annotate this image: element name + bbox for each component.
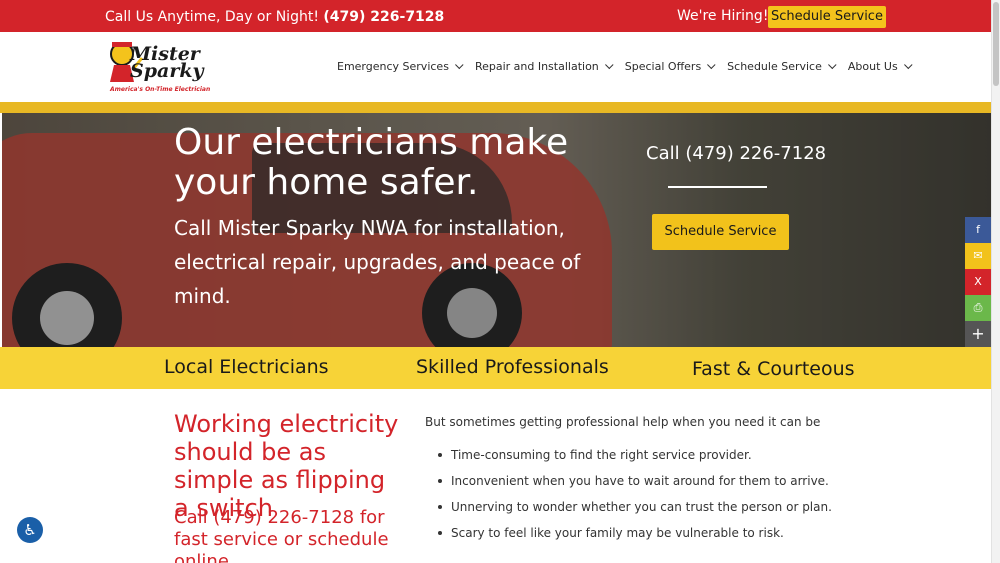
top-call-text: Call Us Anytime, Day or Night! (479) 226… bbox=[105, 9, 444, 25]
features-band: Local Electricians Skilled Professionals… bbox=[0, 347, 991, 389]
hero-phone-link[interactable]: Call (479) 226-7128 bbox=[646, 143, 826, 164]
hero-divider bbox=[668, 186, 767, 188]
nav-item-schedule-service[interactable]: Schedule Service bbox=[727, 60, 837, 73]
x-icon[interactable]: X bbox=[965, 269, 991, 295]
site-header: Mister Sparky America's On-Time Electric… bbox=[0, 32, 991, 102]
nav-label: Repair and Installation bbox=[474, 60, 599, 73]
section-heading: Working electricity should be as simple … bbox=[174, 410, 399, 522]
nav-label: About Us bbox=[847, 60, 898, 73]
nav-label: Special Offers bbox=[624, 60, 702, 73]
print-icon[interactable]: ⎙ bbox=[965, 295, 991, 321]
hero-banner: Our electricians make your home safer. C… bbox=[2, 113, 991, 347]
pain-points-list: Time-consuming to find the right service… bbox=[438, 447, 832, 551]
top-schedule-button[interactable]: Schedule Service bbox=[768, 6, 886, 28]
email-icon[interactable]: ✉ bbox=[965, 243, 991, 269]
hiring-link[interactable]: We're Hiring! bbox=[677, 8, 768, 24]
hero-subline: Call Mister Sparky NWA for installation,… bbox=[174, 216, 581, 308]
nav-item-special-offers[interactable]: Special Offers bbox=[624, 60, 716, 73]
nav-label: Emergency Services bbox=[337, 60, 449, 73]
chevron-down-icon bbox=[903, 60, 913, 69]
feature-local-electricians: Local Electricians bbox=[164, 356, 329, 378]
chevron-down-icon bbox=[707, 60, 716, 69]
main-content: Working electricity should be as simple … bbox=[0, 389, 991, 563]
nav-item-repair-installation[interactable]: Repair and Installation bbox=[474, 60, 614, 73]
accessibility-icon[interactable]: ♿ bbox=[17, 517, 43, 543]
scrollbar-thumb[interactable] bbox=[993, 2, 999, 86]
mister-sparky-logo[interactable]: Mister Sparky America's On-Time Electric… bbox=[104, 36, 224, 96]
list-item: Unnerving to wonder whether you can trus… bbox=[438, 499, 832, 525]
chevron-down-icon bbox=[604, 60, 614, 69]
feature-fast-courteous: Fast & Courteous bbox=[692, 358, 855, 380]
header-divider bbox=[0, 102, 991, 113]
call-prefix: Call Us Anytime, Day or Night! bbox=[105, 9, 319, 25]
hero-schedule-button[interactable]: Schedule Service bbox=[652, 214, 789, 250]
logo-wordmark: Mister Sparky bbox=[130, 45, 204, 82]
logo-line2: Sparky bbox=[130, 60, 204, 82]
list-item: Time-consuming to find the right service… bbox=[438, 447, 832, 473]
share-sidebar: f ✉ X ⎙ + bbox=[965, 217, 991, 347]
hero-headline: Our electricians make your home safer. bbox=[174, 122, 569, 203]
nav-label: Schedule Service bbox=[727, 60, 822, 73]
list-item: Inconvenient when you have to wait aroun… bbox=[438, 473, 832, 499]
chevron-down-icon bbox=[454, 60, 464, 69]
plus-icon[interactable]: + bbox=[965, 321, 991, 347]
chevron-down-icon bbox=[827, 60, 837, 69]
top-bar: Call Us Anytime, Day or Night! (479) 226… bbox=[0, 0, 991, 32]
section-intro: But sometimes getting professional help … bbox=[425, 415, 821, 429]
nav-item-emergency-services[interactable]: Emergency Services bbox=[337, 60, 464, 73]
top-phone-link[interactable]: (479) 226-7128 bbox=[323, 9, 444, 25]
main-nav: Emergency Services Repair and Installati… bbox=[337, 60, 924, 73]
feature-skilled-professionals: Skilled Professionals bbox=[416, 356, 609, 378]
section-cta[interactable]: Call (479) 226-7128 for fast service or … bbox=[174, 507, 414, 563]
page-scrollbar[interactable] bbox=[991, 0, 1000, 563]
list-item: Scary to feel like your family may be vu… bbox=[438, 525, 832, 551]
nav-item-about-us[interactable]: About Us bbox=[847, 60, 913, 73]
page: Call Us Anytime, Day or Night! (479) 226… bbox=[0, 0, 1000, 563]
facebook-icon[interactable]: f bbox=[965, 217, 991, 243]
logo-tagline: America's On-Time Electrician bbox=[110, 86, 211, 93]
